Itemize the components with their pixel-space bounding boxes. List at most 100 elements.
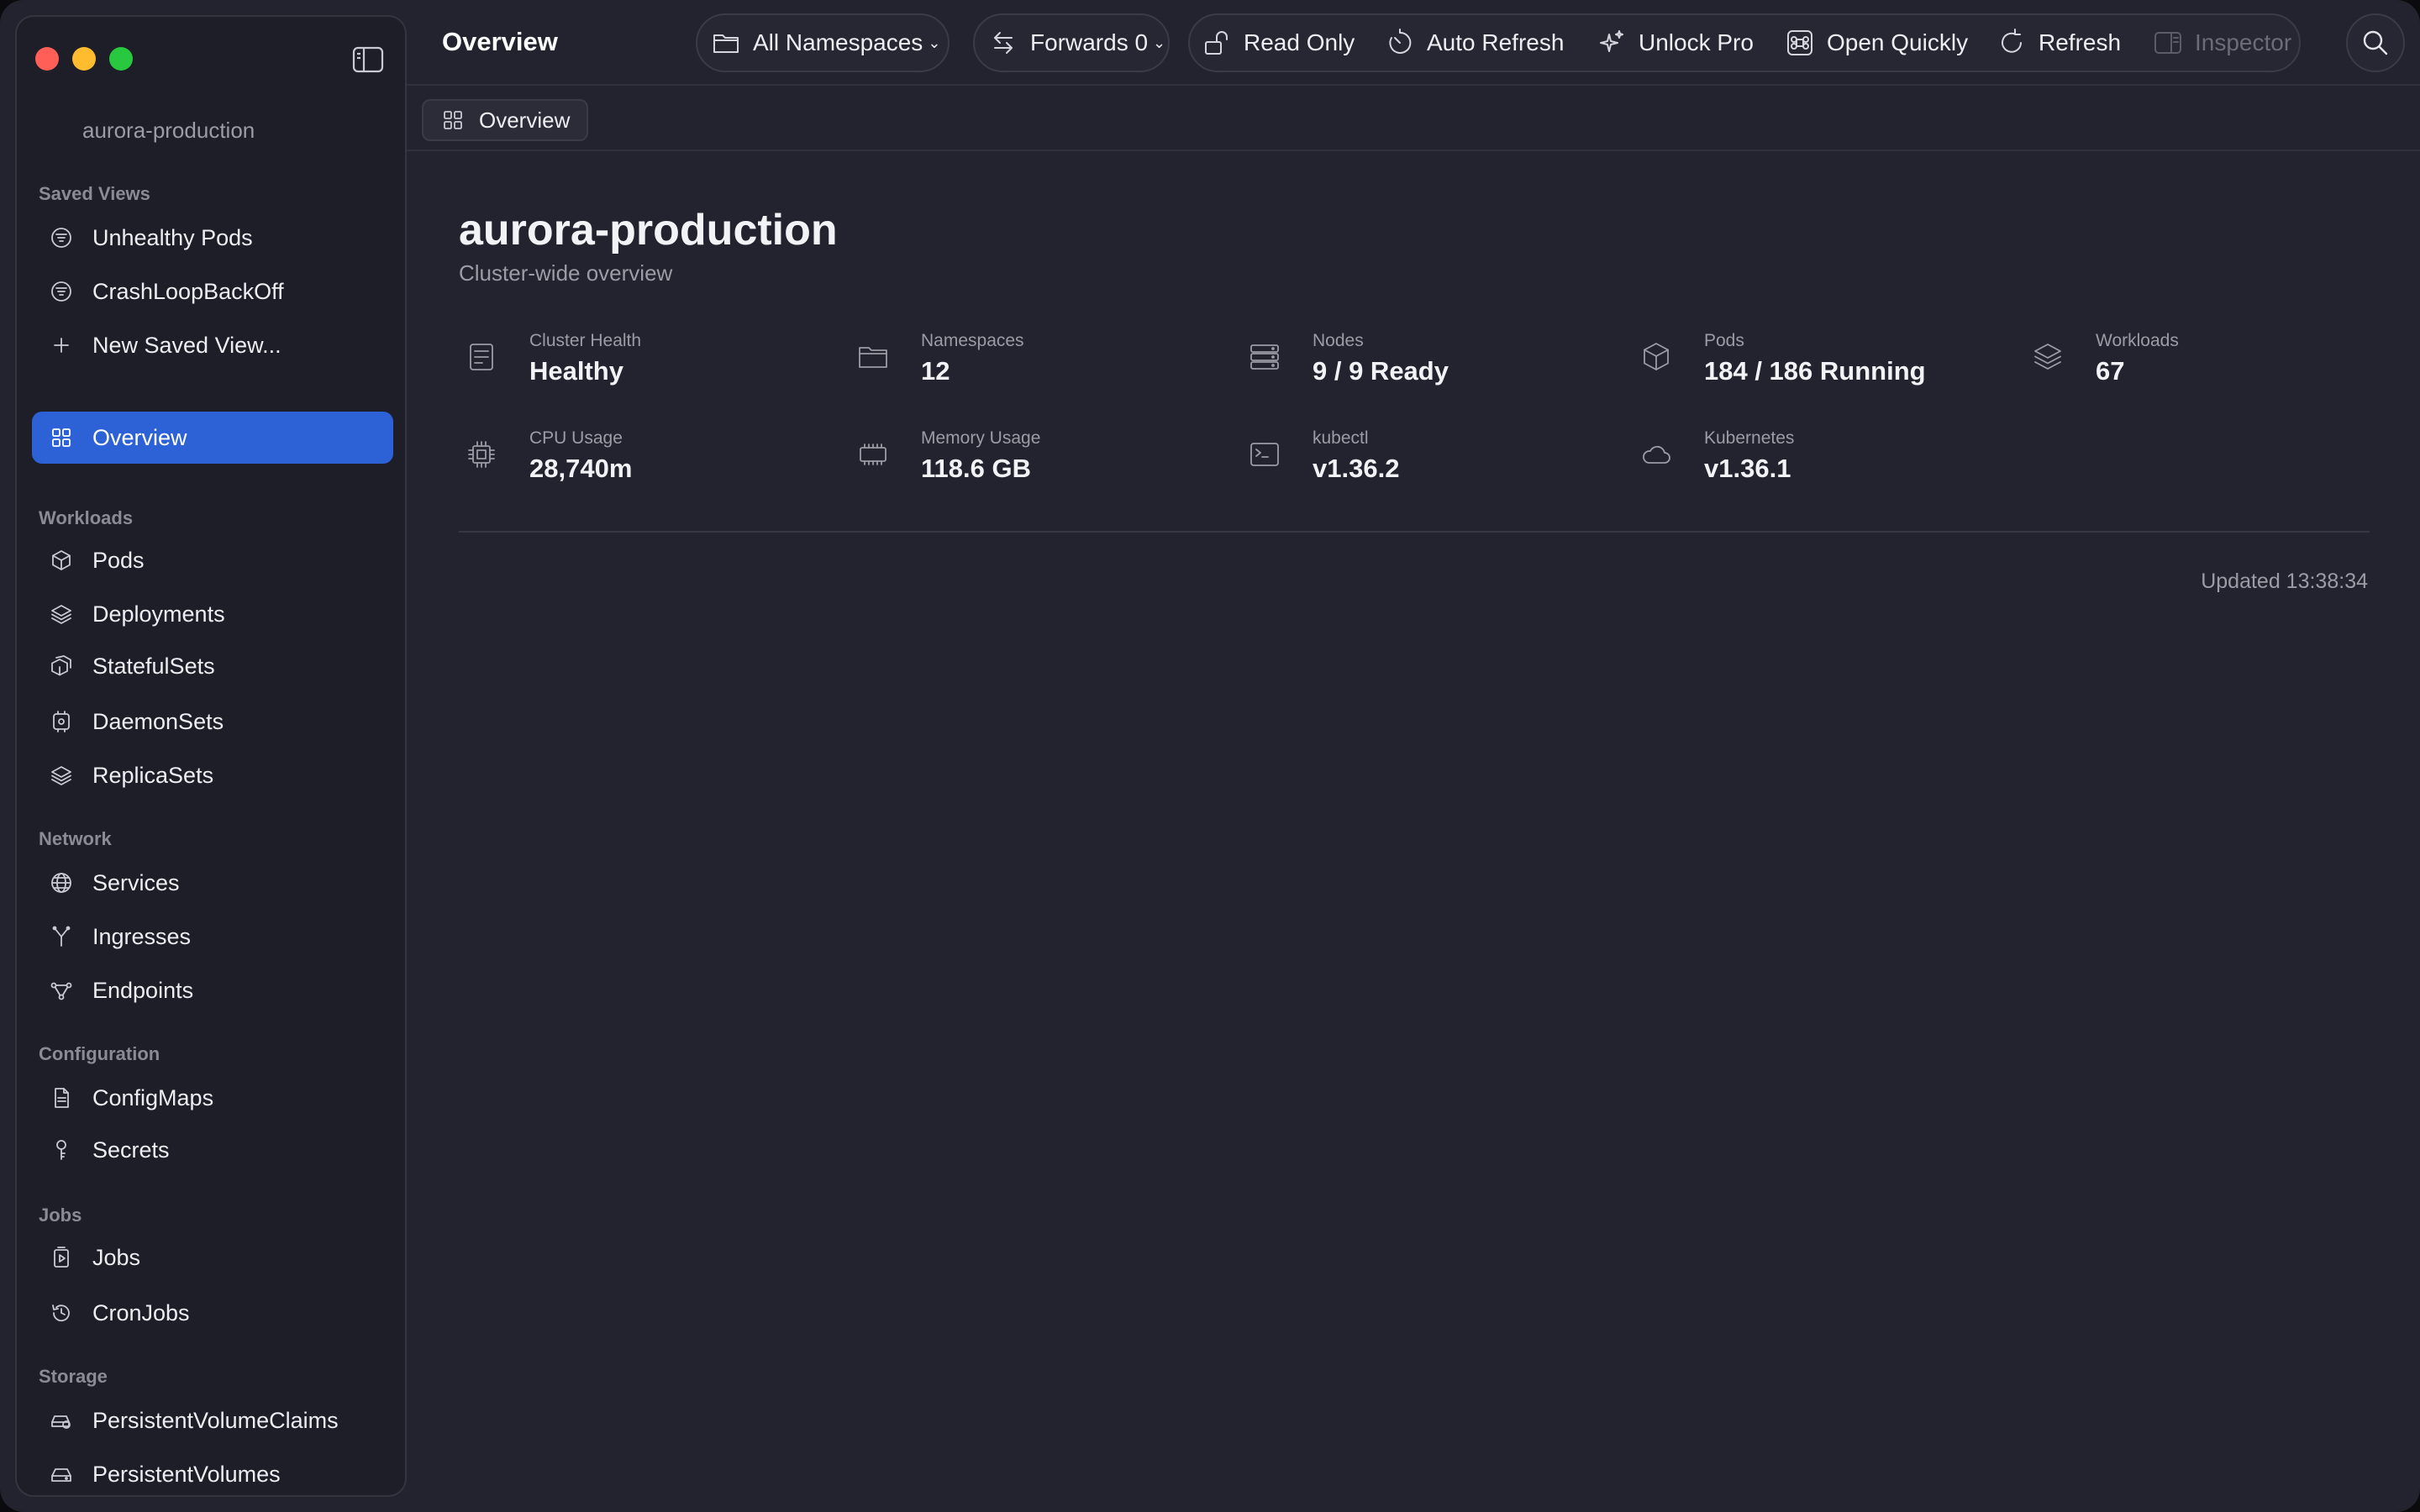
folder-icon xyxy=(857,341,891,375)
tab-bar: Overview xyxy=(407,86,2420,151)
stat-namespaces: Namespaces 12 xyxy=(850,331,1220,402)
sidebar-item-label: Deployments xyxy=(92,601,225,627)
inspector-button[interactable]: Inspector xyxy=(2153,22,2291,64)
stat-value: 28,740m xyxy=(529,454,633,483)
sidebar-item-pods[interactable]: Pods xyxy=(32,534,393,586)
sidebar-item-statefulsets[interactable]: StatefulSets xyxy=(32,640,393,692)
sidebar-item-persistentvolumeclaims[interactable]: PersistentVolumeClaims xyxy=(32,1394,393,1446)
sidebar-item-label: Ingresses xyxy=(92,923,192,949)
cluster-name[interactable]: aurora-production xyxy=(82,118,255,144)
memory-icon xyxy=(857,438,891,472)
sidebar-item-label: PersistentVolumeClaims xyxy=(92,1407,339,1433)
section-saved-views: Saved Views xyxy=(39,183,150,204)
inspector-label: Inspector xyxy=(2195,29,2292,55)
network-nodes-icon xyxy=(49,978,74,1003)
namespace-select-label: All Namespaces xyxy=(753,29,923,55)
sidebar-item-label: PersistentVolumes xyxy=(92,1461,281,1487)
cpu-icon xyxy=(466,438,499,472)
job-play-icon xyxy=(49,1245,74,1270)
plus-icon xyxy=(49,333,74,358)
sidebar-item-crashloopbackoff[interactable]: CrashLoopBackOff xyxy=(32,265,393,318)
sidebar-item-label: ReplicaSets xyxy=(92,762,214,788)
stat-value: Healthy xyxy=(529,356,623,386)
stat-value: 184 / 186 Running xyxy=(1704,356,1926,386)
grid-icon xyxy=(49,425,74,450)
updated-timestamp: Updated 13:38:34 xyxy=(2201,570,2368,593)
key-icon xyxy=(49,1137,74,1163)
unlock-pro-button[interactable]: Unlock Pro xyxy=(1597,22,1754,64)
zoom-window-button[interactable] xyxy=(109,47,133,71)
cube-icon xyxy=(1640,341,1674,375)
stat-label: Pods xyxy=(1704,331,1744,350)
stacked-cubes-icon xyxy=(49,654,74,679)
sidebar-toggle-icon[interactable] xyxy=(351,45,385,74)
stat-kubectl: kubectl v1.36.2 xyxy=(1242,428,1612,499)
stat-cpu-usage: CPU Usage 28,740m xyxy=(459,428,829,499)
stat-value: 67 xyxy=(2096,356,2125,386)
sidebar-item-deployments[interactable]: Deployments xyxy=(32,588,393,640)
refresh-button[interactable]: Refresh xyxy=(1996,22,2121,64)
page-subtitle: Cluster-wide overview xyxy=(459,260,673,286)
sidebar-item-new-saved-view[interactable]: New Saved View... xyxy=(32,319,393,371)
tab-overview[interactable]: Overview xyxy=(422,99,588,141)
sidebar-item-ingresses[interactable]: Ingresses xyxy=(32,911,393,963)
sidebar-item-cronjobs[interactable]: CronJobs xyxy=(32,1287,393,1339)
read-only-button[interactable]: Read Only xyxy=(1202,22,1355,64)
server-icon xyxy=(1249,341,1282,375)
unlock-pro-label: Unlock Pro xyxy=(1639,29,1754,55)
section-configuration: Configuration xyxy=(39,1043,160,1064)
document-icon xyxy=(49,1085,74,1110)
unlock-icon xyxy=(1205,31,1228,55)
sidebar-item-unhealthy-pods[interactable]: Unhealthy Pods xyxy=(32,212,393,264)
layers-icon xyxy=(2032,341,2065,375)
stat-value: v1.36.2 xyxy=(1313,454,1400,483)
stat-label: Workloads xyxy=(2096,331,2179,350)
stat-kubernetes: Kubernetes v1.36.1 xyxy=(1634,428,2003,499)
sidebar-item-replicasets[interactable]: ReplicaSets xyxy=(32,749,393,801)
merge-arrow-icon xyxy=(49,924,74,949)
grid-icon xyxy=(444,111,462,129)
health-card-icon xyxy=(466,341,499,375)
sidebar-item-label: New Saved View... xyxy=(92,332,281,358)
sidebar-item-label: Services xyxy=(92,869,180,895)
stat-label: Cluster Health xyxy=(529,331,642,350)
tab-label: Overview xyxy=(479,107,571,133)
search-button[interactable] xyxy=(2346,13,2405,72)
terminal-icon xyxy=(1249,438,1282,472)
sidebar-item-jobs[interactable]: Jobs xyxy=(32,1231,393,1284)
forwards-menu[interactable]: Forwards 0 ⌄ xyxy=(988,22,1165,64)
sidebar-item-label: Pods xyxy=(92,547,145,573)
sidebar-item-secrets[interactable]: Secrets xyxy=(32,1124,393,1176)
sidebar-item-configmaps[interactable]: ConfigMaps xyxy=(32,1072,393,1124)
sidebar-item-overview[interactable]: Overview xyxy=(32,412,393,464)
stat-label: Nodes xyxy=(1313,331,1364,350)
open-quickly-button[interactable]: Open Quickly xyxy=(1785,22,1968,64)
read-only-label: Read Only xyxy=(1244,29,1355,55)
sidebar-item-endpoints[interactable]: Endpoints xyxy=(32,964,393,1016)
auto-refresh-button[interactable]: Auto Refresh xyxy=(1385,22,1564,64)
sparkles-icon xyxy=(1600,30,1623,52)
inspector-panel-icon xyxy=(2154,32,2181,54)
sidebar-item-daemonsets[interactable]: DaemonSets xyxy=(32,696,393,748)
sidebar-item-services[interactable]: Services xyxy=(32,857,393,909)
namespace-select[interactable]: All Namespaces ⌄ xyxy=(711,22,940,64)
globe-icon xyxy=(49,870,74,895)
stat-label: kubectl xyxy=(1313,428,1369,448)
sidebar-item-label: StatefulSets xyxy=(92,653,215,679)
cube-icon xyxy=(49,548,74,573)
sidebar-item-label: CronJobs xyxy=(92,1299,190,1326)
main-content: aurora-production Cluster-wide overview … xyxy=(407,151,2420,1512)
history-clock-icon xyxy=(49,1300,74,1326)
refresh-label: Refresh xyxy=(2039,29,2122,55)
sidebar-item-label: Jobs xyxy=(92,1244,141,1270)
stat-label: Namespaces xyxy=(921,331,1024,350)
daemon-icon xyxy=(49,709,74,734)
close-window-button[interactable] xyxy=(35,47,59,71)
minimize-window-button[interactable] xyxy=(72,47,96,71)
page-title: aurora-production xyxy=(459,206,838,255)
sidebar: aurora-production Saved Views Unhealthy … xyxy=(15,15,407,1497)
sidebar-item-persistentvolumes[interactable]: PersistentVolumes xyxy=(32,1448,393,1500)
sidebar-item-label: DaemonSets xyxy=(92,708,224,734)
toolbar: Overview All Namespaces ⌄ Forwards 0 ⌄ R… xyxy=(407,0,2420,86)
stat-label: CPU Usage xyxy=(529,428,623,448)
